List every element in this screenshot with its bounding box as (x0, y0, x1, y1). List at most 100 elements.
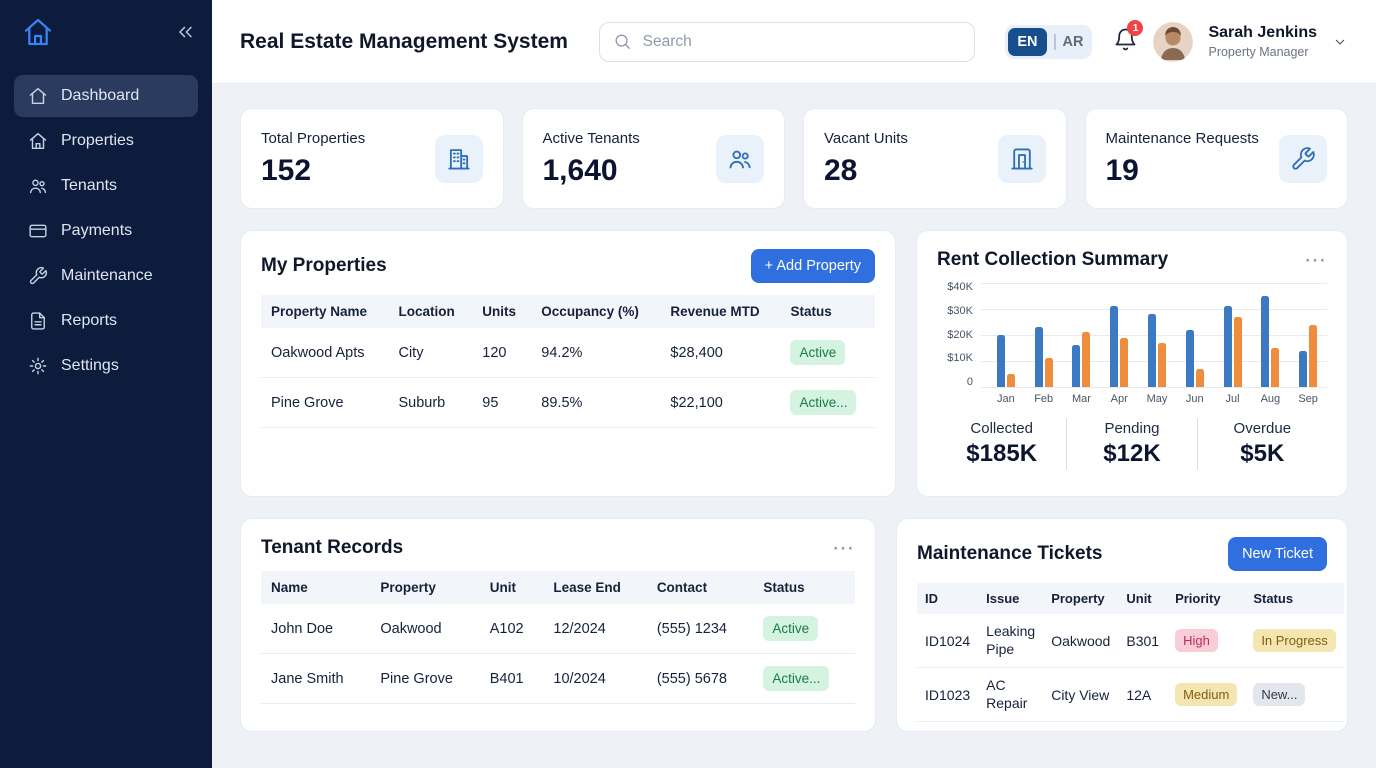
wrench-icon (1279, 135, 1327, 183)
sidebar-item-tenants[interactable]: Tenants (14, 165, 198, 207)
column-header: Property (370, 571, 479, 604)
bar-collected (1299, 351, 1307, 387)
bar-collected (997, 335, 1005, 387)
sidebar-item-label: Settings (61, 357, 119, 375)
bar-collected (1110, 306, 1118, 387)
total-label: Pending (1067, 420, 1196, 437)
my-properties-card: My Properties + Add Property Property Na… (240, 230, 896, 497)
door-icon (998, 135, 1046, 183)
column-header: Property Name (261, 295, 388, 328)
search-box[interactable] (599, 22, 975, 62)
bar-pending (1309, 325, 1317, 387)
x-tick-label: Mar (1063, 393, 1101, 405)
gridline (981, 387, 1327, 388)
properties-table: Property NameLocationUnitsOccupancy (%)R… (261, 295, 875, 428)
y-tick-label: $30K (947, 307, 973, 316)
column-header: Name (261, 571, 370, 604)
total-value: $185K (937, 440, 1066, 468)
sidebar-item-label: Payments (61, 222, 132, 240)
x-tick-label: May (1138, 393, 1176, 405)
add-property-button[interactable]: + Add Property (751, 249, 875, 283)
bar-collected (1261, 296, 1269, 387)
x-tick-label: Sep (1289, 393, 1327, 405)
column-header: Occupancy (%) (531, 295, 660, 328)
column-header: Status (780, 295, 875, 328)
status-badge: Active... (790, 390, 856, 415)
column-header: Unit (1118, 583, 1167, 614)
header-right: EN AR 1 Sarah Jenkins Property Manager (1005, 22, 1348, 62)
y-tick-label: 0 (967, 378, 973, 387)
language-toggle: EN AR (1005, 25, 1092, 59)
sidebar-item-label: Maintenance (61, 267, 153, 285)
bar-collected (1186, 330, 1194, 387)
sidebar-nav: Dashboard Properties Tenants Payments Mainte… (0, 72, 212, 390)
home-icon (28, 86, 48, 106)
stat-label: Maintenance Requests (1106, 130, 1259, 147)
maintenance-tickets-card: Maintenance Tickets New Ticket IDIssuePr… (896, 518, 1348, 732)
chart-plot: JanFebMarAprMayJunJulAugSep (981, 283, 1327, 405)
search-input[interactable] (641, 32, 961, 52)
total-label: Collected (937, 420, 1066, 437)
sidebar-item-maintenance[interactable]: Maintenance (14, 255, 198, 297)
sidebar-item-label: Properties (61, 132, 134, 150)
rent-summary-card: Rent Collection Summary ⋯ $40K$30K$20K$1… (916, 230, 1348, 497)
notification-badge: 1 (1127, 20, 1143, 36)
bar-pending (1007, 374, 1015, 387)
bar-pending (1045, 358, 1053, 387)
lang-en-button[interactable]: EN (1008, 28, 1046, 56)
user-menu[interactable]: Sarah Jenkins Property Manager (1208, 23, 1317, 60)
rent-total-collected: Collected $185K (937, 418, 1066, 470)
table-row[interactable]: Oakwood AptsCity12094.2%$28,400Active (261, 328, 875, 378)
app-logo-icon (22, 16, 54, 48)
bar-pending (1082, 332, 1090, 387)
notifications-button[interactable]: 1 (1113, 27, 1138, 57)
maintenance-tickets-title: Maintenance Tickets (917, 543, 1103, 565)
rent-summary-title: Rent Collection Summary (937, 249, 1168, 271)
more-options-icon[interactable]: ⋯ (1304, 249, 1327, 271)
stat-label: Active Tenants (543, 130, 640, 147)
table-row[interactable]: John DoeOakwoodA10212/2024(555) 1234Acti… (261, 604, 855, 654)
column-header: Location (388, 295, 472, 328)
users-icon (716, 135, 764, 183)
table-row[interactable]: Pine GroveSuburb9589.5%$22,100Active... (261, 378, 875, 428)
user-role: Property Manager (1208, 44, 1317, 60)
sidebar-collapse-button[interactable] (174, 21, 196, 43)
total-label: Overdue (1198, 420, 1327, 437)
bar-group-feb (1025, 283, 1063, 387)
tools-icon (28, 266, 48, 286)
status-badge: In Progress (1253, 629, 1335, 652)
stat-card-vacant-units: Vacant Units28 (803, 108, 1067, 209)
column-header: ID (917, 583, 978, 614)
sidebar-item-dashboard[interactable]: Dashboard (14, 75, 198, 117)
table-row[interactable]: ID1024Leaking PipeOakwoodB301HighIn Prog… (917, 614, 1344, 668)
building-icon (435, 135, 483, 183)
rent-total-pending: Pending$12K (1066, 418, 1196, 470)
sidebar-item-settings[interactable]: Settings (14, 345, 198, 387)
status-badge: Active... (763, 666, 829, 691)
sidebar-item-reports[interactable]: Reports (14, 300, 198, 342)
bar-group-jan (987, 283, 1025, 387)
bar-pending (1120, 338, 1128, 387)
bar-group-apr (1100, 283, 1138, 387)
bar-pending (1158, 343, 1166, 387)
table-row[interactable]: Jane SmithPine GroveB40110/2024(555) 567… (261, 654, 855, 704)
sidebar-item-label: Tenants (61, 177, 117, 195)
sidebar-top (0, 0, 212, 72)
stat-label: Total Properties (261, 130, 365, 147)
avatar[interactable] (1153, 22, 1193, 62)
status-badge: Active (790, 340, 845, 365)
status-badge: High (1175, 629, 1218, 652)
rent-chart: $40K$30K$20K$10K0 JanFebMarAprMayJunJulA… (937, 283, 1327, 405)
table-row[interactable]: ID1023AC RepairCity View12AMediumNew... (917, 668, 1344, 722)
column-header: Contact (647, 571, 754, 604)
my-properties-title: My Properties (261, 255, 387, 277)
sidebar-item-payments[interactable]: Payments (14, 210, 198, 252)
new-ticket-button[interactable]: New Ticket (1228, 537, 1327, 571)
sidebar-item-properties[interactable]: Properties (14, 120, 198, 162)
more-options-icon[interactable]: ⋯ (832, 537, 855, 559)
y-tick-label: $40K (947, 283, 973, 292)
chart-y-axis: $40K$30K$20K$10K0 (937, 283, 973, 387)
column-header: Status (753, 571, 855, 604)
lang-ar-button[interactable]: AR (1063, 34, 1084, 50)
chevron-down-icon[interactable] (1332, 34, 1348, 50)
